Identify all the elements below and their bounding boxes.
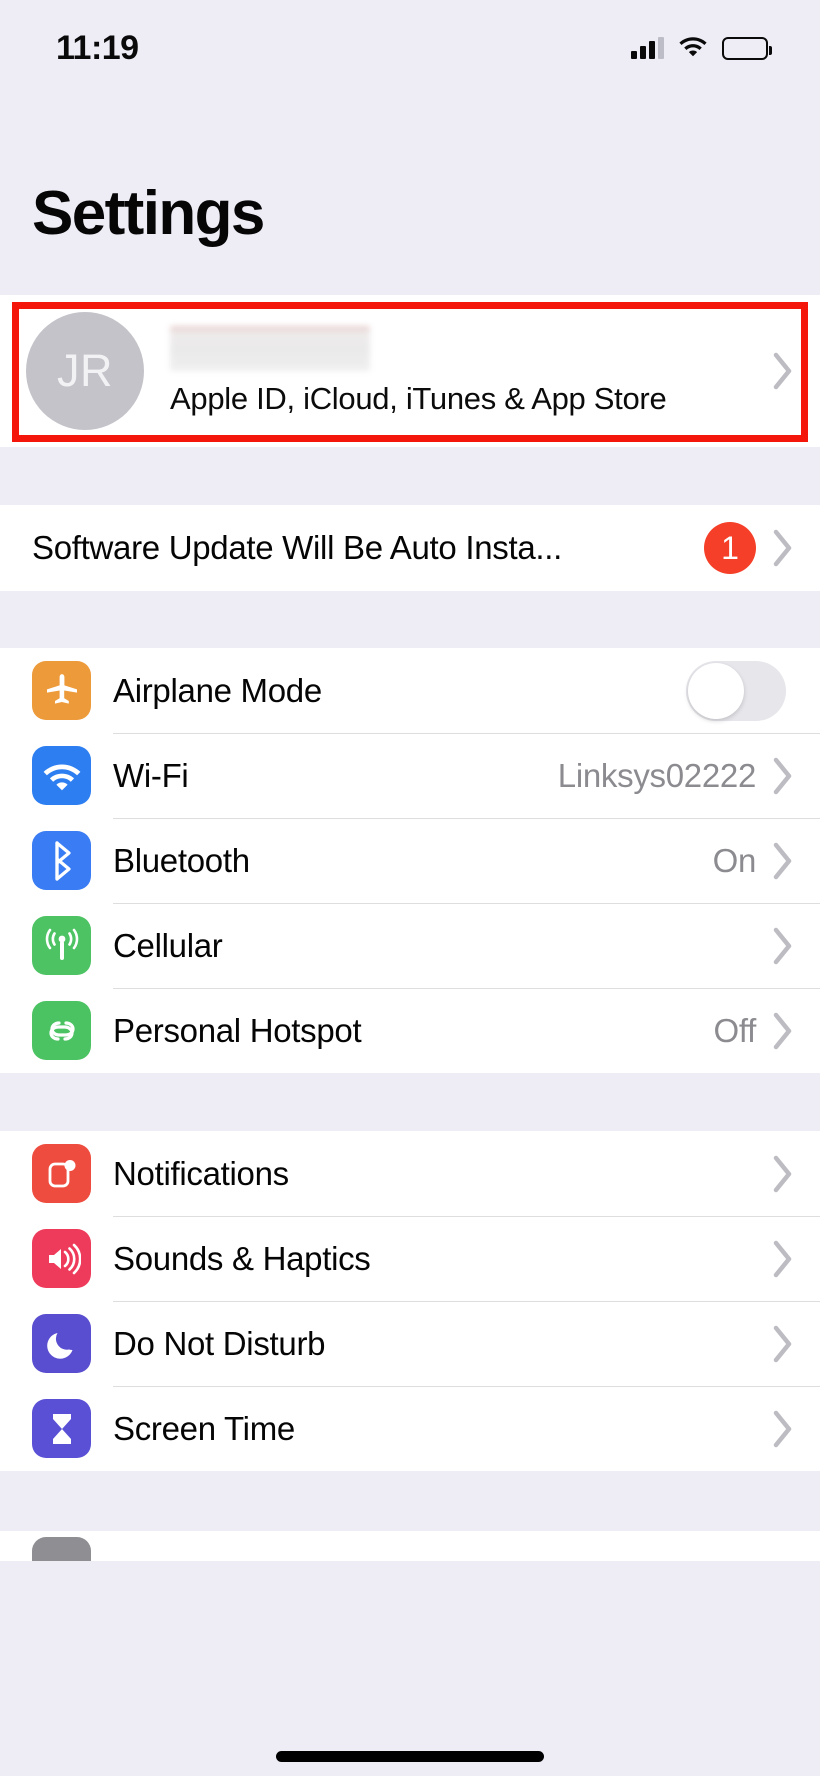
cellular-bars-icon	[631, 37, 664, 59]
section-gap	[0, 591, 820, 648]
row-label: Notifications	[113, 1154, 289, 1192]
home-indicator	[276, 1751, 544, 1762]
settings-screen: 11:19 Settings JR Apple ID, iCloud, iTun…	[0, 0, 820, 1776]
row-label: Screen Time	[113, 1409, 295, 1447]
page-title: Settings	[32, 179, 265, 248]
row-label: Cellular	[113, 926, 223, 964]
speaker-waves-icon	[32, 1229, 91, 1288]
section-gap	[0, 447, 820, 505]
chevron-right-icon	[772, 1410, 794, 1448]
account-name-redacted	[170, 325, 370, 371]
battery-icon	[722, 36, 772, 60]
row-label: Sounds & Haptics	[113, 1239, 371, 1277]
status-bar-clock: 11:19	[56, 28, 139, 67]
hourglass-icon	[32, 1399, 91, 1458]
row-label: Do Not Disturb	[113, 1324, 326, 1362]
section-gap	[0, 1073, 820, 1131]
wifi-icon	[678, 35, 708, 62]
row-label: Bluetooth	[113, 841, 250, 879]
row-value: Off	[713, 1011, 756, 1049]
row-value: Linksys02222	[557, 756, 757, 794]
gear-icon	[32, 1537, 91, 1561]
row-label: Software Update Will Be Auto Insta...	[32, 529, 563, 566]
connectivity-group: Airplane Mode Wi-Fi Linksys02222 Bluetoo…	[0, 648, 820, 1073]
row-personal-hotspot[interactable]: Personal Hotspot Off	[0, 988, 820, 1073]
status-bar: 11:19	[0, 0, 820, 96]
row-wifi[interactable]: Wi-Fi Linksys02222	[0, 733, 820, 818]
status-badge: 1	[704, 522, 756, 574]
chevron-right-icon	[772, 529, 794, 567]
moon-icon	[32, 1314, 91, 1373]
chevron-right-icon	[772, 1012, 794, 1050]
chevron-right-icon	[772, 1325, 794, 1363]
cellular-antenna-icon	[32, 916, 91, 975]
chevron-right-icon	[772, 1155, 794, 1193]
row-software-update[interactable]: Software Update Will Be Auto Insta... 1	[0, 505, 820, 591]
chevron-right-icon	[772, 927, 794, 965]
wifi-icon	[32, 746, 91, 805]
notification-banner-icon	[32, 1144, 91, 1203]
chevron-right-icon	[772, 757, 794, 795]
row-value: On	[712, 841, 757, 879]
apple-id-text: Apple ID, iCloud, iTunes & App Store	[170, 325, 756, 417]
section-gap	[0, 1471, 820, 1531]
row-notifications[interactable]: Notifications	[0, 1131, 820, 1216]
row-sounds-haptics[interactable]: Sounds & Haptics	[0, 1216, 820, 1301]
apple-id-row[interactable]: JR Apple ID, iCloud, iTunes & App Store	[0, 295, 820, 447]
row-cellular[interactable]: Cellular	[0, 903, 820, 988]
apple-id-group: JR Apple ID, iCloud, iTunes & App Store	[0, 295, 820, 447]
status-bar-indicators	[631, 35, 772, 62]
general-group-peek[interactable]	[0, 1531, 820, 1561]
row-screen-time[interactable]: Screen Time	[0, 1386, 820, 1471]
chevron-right-icon	[772, 352, 794, 390]
chevron-right-icon	[772, 842, 794, 880]
airplane-icon	[32, 661, 91, 720]
row-do-not-disturb[interactable]: Do Not Disturb	[0, 1301, 820, 1386]
notifications-group: Notifications Sounds & Haptics Do Not Di…	[0, 1131, 820, 1471]
airplane-mode-toggle[interactable]	[686, 660, 786, 721]
bluetooth-icon	[32, 831, 91, 890]
row-label: Airplane Mode	[113, 671, 322, 709]
apple-id-subtitle: Apple ID, iCloud, iTunes & App Store	[170, 380, 667, 416]
toggle-knob	[688, 662, 744, 719]
row-label: Wi-Fi	[113, 756, 189, 794]
row-label: Personal Hotspot	[113, 1011, 362, 1049]
row-airplane-mode[interactable]: Airplane Mode	[0, 648, 820, 733]
row-bluetooth[interactable]: Bluetooth On	[0, 818, 820, 903]
hotspot-link-icon	[32, 1001, 91, 1060]
software-update-group: Software Update Will Be Auto Insta... 1	[0, 505, 820, 591]
chevron-right-icon	[772, 1240, 794, 1278]
avatar: JR	[26, 312, 144, 430]
